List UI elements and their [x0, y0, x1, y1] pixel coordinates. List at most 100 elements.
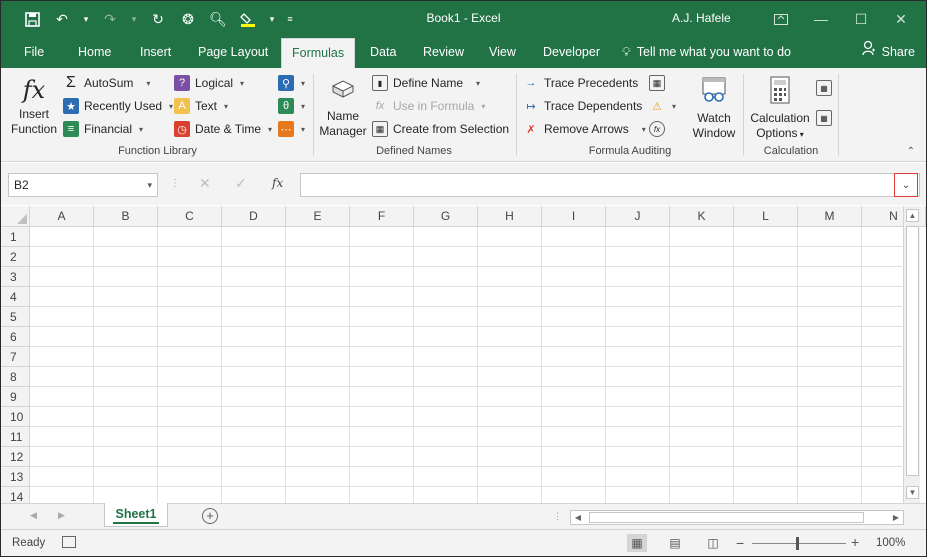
tab-view[interactable]: View	[489, 38, 516, 68]
column-header[interactable]: I	[542, 206, 606, 227]
tab-insert[interactable]: Insert	[140, 38, 171, 68]
row-header[interactable]: 4	[0, 287, 30, 307]
row-header[interactable]: 13	[0, 467, 30, 487]
scroll-up-icon[interactable]: ▲	[906, 209, 919, 222]
autosum-button[interactable]: Σ AutoSum ▾	[63, 74, 150, 91]
calculation-options-button[interactable]: Calculation Options ▾	[747, 76, 813, 142]
column-header[interactable]: A	[30, 206, 94, 227]
user-name[interactable]: A.J. Hafele	[672, 11, 731, 25]
row-header[interactable]: 14	[0, 487, 30, 503]
text-button[interactable]: A Text ▾	[174, 98, 228, 114]
calculate-now-button[interactable]: ▦	[816, 80, 832, 96]
create-from-selection-button[interactable]: ▦ Create from Selection	[372, 121, 509, 137]
tab-data[interactable]: Data	[370, 38, 396, 68]
zoom-in-icon[interactable]: +	[851, 534, 859, 550]
cancel-icon[interactable]: ✕	[199, 175, 211, 192]
vertical-scrollbar[interactable]: ▲ ▼	[903, 206, 920, 503]
column-header[interactable]: L	[734, 206, 798, 227]
logical-button[interactable]: ? Logical ▾	[174, 75, 244, 91]
financial-button[interactable]: ≡ Financial ▾	[63, 121, 143, 137]
math-trig-button[interactable]: θ ▾	[278, 98, 305, 114]
watch-window-button[interactable]: Watch Window	[690, 76, 738, 141]
use-in-formula-button[interactable]: fx Use in Formula ▾	[372, 98, 486, 114]
macro-recording-icon[interactable]	[62, 536, 76, 548]
page-layout-view-icon[interactable]: ▤	[665, 534, 685, 552]
lookup-reference-button[interactable]: ⚲ ▾	[278, 75, 305, 91]
recently-used-button[interactable]: ★ Recently Used ▾	[63, 98, 173, 114]
tab-review[interactable]: Review	[423, 38, 464, 68]
select-all-button[interactable]	[0, 206, 30, 227]
remove-arrows-button[interactable]: ✗ Remove Arrows ▾	[523, 121, 645, 137]
show-formulas-button[interactable]: ▦	[649, 75, 665, 91]
cell-area[interactable]	[30, 227, 902, 503]
column-header[interactable]: M	[798, 206, 862, 227]
maximize-icon[interactable]: ☐	[841, 6, 881, 32]
horizontal-scroll-thumb[interactable]	[589, 512, 864, 523]
row-header[interactable]: 8	[0, 367, 30, 387]
column-header[interactable]: E	[286, 206, 350, 227]
row-header[interactable]: 10	[0, 407, 30, 427]
column-header[interactable]: B	[94, 206, 158, 227]
tab-formulas[interactable]: Formulas	[281, 38, 356, 69]
row-header[interactable]: 11	[0, 427, 30, 447]
trace-dependents-button[interactable]: ↦ Trace Dependents	[523, 98, 642, 114]
error-checking-button[interactable]: ⚠ ▾	[649, 98, 676, 114]
column-header[interactable]: K	[670, 206, 734, 227]
share-button[interactable]: Share	[861, 38, 915, 68]
date-time-button[interactable]: ◷ Date & Time ▾	[174, 121, 272, 137]
name-box[interactable]: B2 ▾	[8, 173, 158, 197]
zoom-out-icon[interactable]: −	[736, 535, 744, 551]
tab-page-layout[interactable]: Page Layout	[198, 38, 268, 68]
tab-file[interactable]: File	[24, 38, 44, 68]
vertical-scroll-thumb[interactable]	[906, 226, 919, 476]
close-icon[interactable]: ✕	[881, 6, 921, 32]
add-sheet-icon[interactable]: +	[202, 508, 218, 524]
scroll-down-icon[interactable]: ▼	[906, 486, 919, 499]
tab-developer[interactable]: Developer	[543, 38, 600, 68]
formula-bar-resize-handle[interactable]: ⋮	[170, 178, 180, 189]
row-header[interactable]: 2	[0, 247, 30, 267]
row-header[interactable]: 7	[0, 347, 30, 367]
prev-sheet-icon[interactable]: ◀	[30, 510, 37, 521]
name-box-dropdown-icon[interactable]: ▾	[147, 174, 152, 196]
evaluate-formula-button[interactable]: fx	[649, 121, 665, 137]
minimize-icon[interactable]: —	[801, 6, 841, 32]
row-header[interactable]: 3	[0, 267, 30, 287]
row-header[interactable]: 9	[0, 387, 30, 407]
sheet-tab-sheet1[interactable]: Sheet1	[104, 503, 168, 527]
ribbon-display-options-icon[interactable]	[761, 6, 801, 32]
collapse-ribbon-icon[interactable]: ⌃	[907, 146, 915, 157]
column-header[interactable]: G	[414, 206, 478, 227]
expand-formula-bar-button[interactable]: ⌄	[894, 173, 918, 197]
trace-precedents-button[interactable]: → Trace Precedents	[523, 75, 639, 91]
enter-icon[interactable]: ✓	[235, 175, 247, 192]
row-header[interactable]: 6	[0, 327, 30, 347]
column-header[interactable]: F	[350, 206, 414, 227]
column-header[interactable]: H	[478, 206, 542, 227]
name-manager-button[interactable]: Name Manager	[317, 78, 369, 139]
column-header[interactable]: J	[606, 206, 670, 227]
define-name-button[interactable]: ▮ Define Name ▾	[372, 75, 480, 91]
zoom-level[interactable]: 100%	[876, 537, 905, 549]
tell-me-box[interactable]: 💡︎ Tell me what you want to do	[622, 38, 791, 68]
insert-function-button[interactable]: fx Insert Function	[8, 76, 60, 137]
formula-input[interactable]	[300, 173, 920, 197]
page-break-view-icon[interactable]: ◫	[703, 534, 723, 552]
insert-function-icon[interactable]: fx	[272, 176, 283, 190]
tab-home[interactable]: Home	[78, 38, 111, 68]
horizontal-scrollbar[interactable]: ◀ ▶	[570, 510, 904, 525]
row-header[interactable]: 5	[0, 307, 30, 327]
zoom-slider[interactable]	[752, 543, 846, 544]
column-header[interactable]: D	[222, 206, 286, 227]
normal-view-icon[interactable]: ▦	[627, 534, 647, 552]
column-header[interactable]: C	[158, 206, 222, 227]
next-sheet-icon[interactable]: ▶	[58, 510, 65, 521]
calculate-sheet-button[interactable]: ▦	[816, 110, 832, 126]
row-header[interactable]: 1	[0, 227, 30, 247]
scroll-left-icon[interactable]: ◀	[571, 511, 585, 524]
tab-split-handle[interactable]: ⋮	[553, 511, 562, 522]
zoom-slider-thumb[interactable]	[796, 537, 799, 550]
scroll-right-icon[interactable]: ▶	[889, 511, 903, 524]
more-functions-button[interactable]: ⋯ ▾	[278, 121, 305, 137]
row-header[interactable]: 12	[0, 447, 30, 467]
